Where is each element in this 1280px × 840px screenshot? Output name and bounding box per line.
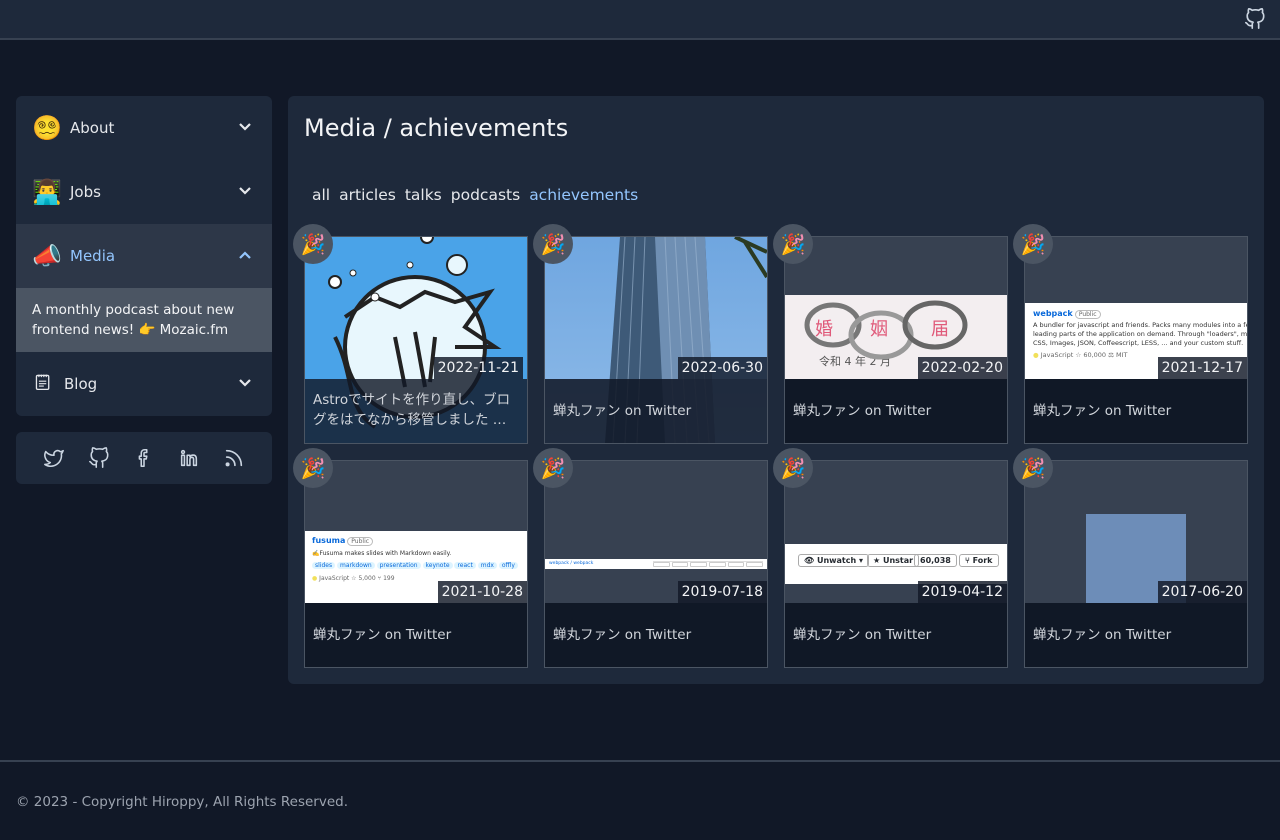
- image-text: Unstar: [882, 556, 914, 565]
- megaphone-icon: 📣: [32, 242, 62, 270]
- tab-podcasts[interactable]: podcasts: [451, 186, 520, 204]
- media-card[interactable]: 2022-11-21 Astroでサイトを作り直し、ブログをはてなから移管しまし…: [304, 236, 528, 444]
- sidebar-item-label: About: [70, 119, 115, 137]
- chevron-down-icon: [239, 379, 251, 387]
- card-title: Astroでサイトを作り直し、ブログをはてなから移管しました …: [305, 379, 527, 443]
- sidebar-item-media[interactable]: 📣 Media: [16, 224, 272, 288]
- sidebar-item-label: Jobs: [70, 183, 101, 201]
- image-text: Fork: [972, 556, 993, 565]
- copyright-text: © 2023 - Copyright Hiroppy, All Rights R…: [16, 794, 349, 810]
- card-date: 2019-04-12: [917, 581, 1007, 603]
- card-date: 2019-07-18: [677, 581, 767, 603]
- card-title: 蝉丸ファン on Twitter: [1025, 603, 1247, 667]
- rss-icon[interactable]: [223, 447, 245, 469]
- image-text: A bundler for javascript and friends. Pa…: [1033, 321, 1247, 329]
- linkedin-icon[interactable]: [178, 447, 200, 469]
- page-title: Media / achievements: [304, 114, 569, 142]
- party-popper-icon: 🎉: [293, 448, 333, 488]
- image-text: markdown: [337, 562, 375, 569]
- image-text: 60,038: [914, 554, 957, 567]
- github-icon[interactable]: [88, 447, 110, 469]
- notepad-icon: [32, 372, 54, 396]
- image-text: webpack: [1033, 309, 1073, 318]
- sidebar-item-jobs[interactable]: 👨‍💻 Jobs: [16, 160, 272, 224]
- image-text: webpack / webpack: [549, 561, 594, 566]
- media-card[interactable]: 2017-06-20 蝉丸ファン on Twitter: [1024, 460, 1248, 668]
- media-card[interactable]: fusuma Public ✍️Fusuma makes slides with…: [304, 460, 528, 668]
- social-links: [16, 432, 272, 484]
- party-popper-icon: 🎉: [1013, 224, 1053, 264]
- top-bar: [0, 0, 1280, 40]
- footer: © 2023 - Copyright Hiroppy, All Rights R…: [0, 760, 1280, 840]
- tab-talks[interactable]: talks: [405, 186, 442, 204]
- party-popper-icon: 🎉: [533, 224, 573, 264]
- image-text: presentation: [376, 562, 421, 569]
- image-text: 60,000: [1083, 351, 1107, 359]
- image-text: MIT: [1116, 351, 1128, 359]
- image-text: JavaScript: [1040, 351, 1074, 359]
- image-text: react: [454, 562, 476, 569]
- chevron-down-icon: [239, 123, 251, 131]
- twitter-icon[interactable]: [43, 447, 65, 469]
- image-text: mdx: [477, 562, 497, 569]
- dizzy-face-icon: 😵‍💫: [32, 114, 62, 142]
- media-card[interactable]: 2022-06-30 蝉丸ファン on Twitter: [544, 236, 768, 444]
- card-date: 2021-12-17: [1157, 357, 1247, 379]
- media-description[interactable]: A monthly podcast about new frontend new…: [16, 288, 272, 352]
- card-title: 蝉丸ファン on Twitter: [305, 603, 527, 667]
- image-text: keynote: [422, 562, 453, 569]
- image-text: Public: [1074, 310, 1101, 319]
- card-title: 蝉丸ファン on Twitter: [545, 379, 767, 443]
- filter-tabs: all articles talks podcasts achievements: [312, 186, 638, 204]
- sidebar-item-blog[interactable]: Blog: [16, 352, 272, 416]
- image-text: 199: [383, 575, 395, 582]
- sidebar-item-about[interactable]: 😵‍💫 About: [16, 96, 272, 160]
- card-date: 2021-10-28: [437, 581, 527, 603]
- image-text: Public: [347, 537, 374, 546]
- card-date: 2022-11-21: [433, 357, 523, 379]
- sidebar-item-label: Media: [70, 247, 116, 265]
- sidebar-item-label: Blog: [64, 375, 98, 393]
- card-title: 蝉丸ファン on Twitter: [1025, 379, 1247, 443]
- media-card[interactable]: webpack / webpack 2019-07-18 蝉丸ファン on Tw…: [544, 460, 768, 668]
- media-card[interactable]: webpack Public A bundler for javascript …: [1024, 236, 1248, 444]
- media-card[interactable]: 婚 姻 届 令和 4 年 2 月 2022-02-20 蝉丸ファン on Twi…: [784, 236, 1008, 444]
- image-text: offly: [498, 562, 518, 569]
- technologist-icon: 👨‍💻: [32, 178, 62, 206]
- image-text: ✍️Fusuma makes slides with Markdown easi…: [312, 550, 452, 557]
- chevron-down-icon: [239, 187, 251, 195]
- tab-achievements[interactable]: achievements: [529, 186, 638, 204]
- repo-header-screenshot: webpack / webpack: [545, 559, 767, 569]
- card-title: 蝉丸ファン on Twitter: [785, 603, 1007, 667]
- image-text: leading parts of the application on dema…: [1033, 330, 1247, 338]
- party-popper-icon: 🎉: [293, 224, 333, 264]
- card-date: 2022-02-20: [917, 357, 1007, 379]
- image-text: JavaScript: [319, 575, 350, 582]
- github-icon[interactable]: [1244, 8, 1266, 30]
- image-text: slides: [312, 562, 336, 569]
- sidebar: 😵‍💫 About 👨‍💻 Jobs 📣 Media A monthly pod…: [16, 96, 272, 416]
- tab-all[interactable]: all: [312, 186, 330, 204]
- image-text: Unwatch: [816, 556, 857, 565]
- party-popper-icon: 🎉: [773, 448, 813, 488]
- card-title: 蝉丸ファン on Twitter: [545, 603, 767, 667]
- chevron-up-icon: [239, 251, 251, 259]
- image-text: CSS, Images, JSON, Coffeescript, LESS, .…: [1033, 339, 1244, 347]
- image-text: fusuma: [312, 536, 346, 545]
- party-popper-icon: 🎉: [533, 448, 573, 488]
- card-date: 2017-06-20: [1157, 581, 1247, 603]
- card-title: 蝉丸ファン on Twitter: [785, 379, 1007, 443]
- tab-articles[interactable]: articles: [339, 186, 396, 204]
- media-card[interactable]: 👁 Unwatch ▾ ★ Unstar 60,038 ⑂ Fork 2019-…: [784, 460, 1008, 668]
- facebook-icon[interactable]: [133, 447, 155, 469]
- party-popper-icon: 🎉: [773, 224, 813, 264]
- github-buttons-screenshot: 👁 Unwatch ▾ ★ Unstar 60,038 ⑂ Fork: [785, 544, 1007, 584]
- image-text: 5,000: [358, 575, 376, 582]
- card-date: 2022-06-30: [677, 357, 767, 379]
- party-popper-icon: 🎉: [1013, 448, 1053, 488]
